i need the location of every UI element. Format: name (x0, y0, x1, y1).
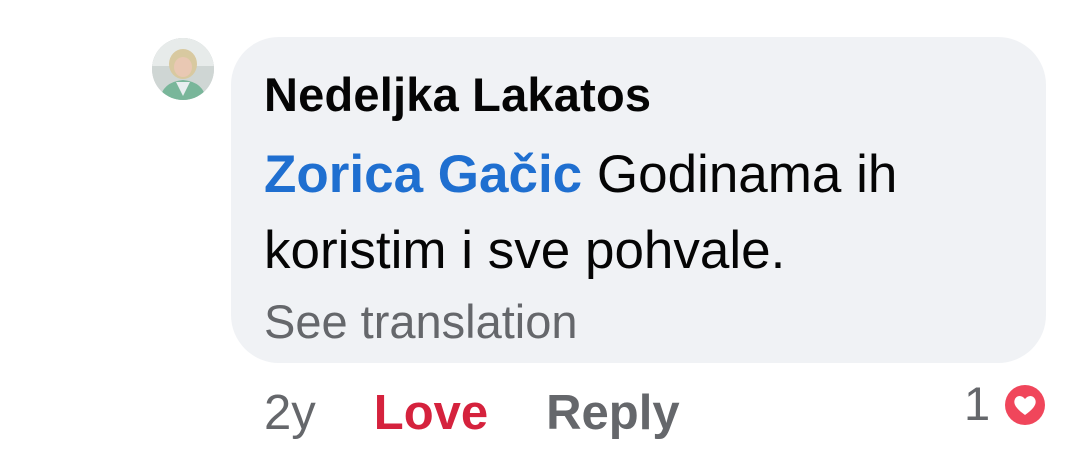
mention-link[interactable]: Zorica Gačic (264, 145, 582, 204)
see-translation-link[interactable]: See translation (264, 294, 578, 349)
avatar-photo (152, 38, 214, 100)
love-reaction-icon[interactable] (1000, 380, 1050, 430)
comment-text: Zorica Gačic Godinama ih koristim i sve … (264, 137, 1024, 289)
comment-bubble: Nedeljka Lakatos Zorica Gačic Godinama i… (231, 37, 1046, 363)
comment-author[interactable]: Nedeljka Lakatos (264, 67, 651, 122)
love-button[interactable]: Love (374, 385, 488, 441)
avatar[interactable] (152, 38, 214, 100)
comment-actions: 2y Love Reply (264, 385, 680, 441)
reaction-count[interactable]: 1 (964, 376, 990, 431)
timestamp[interactable]: 2y (264, 385, 316, 441)
reply-button[interactable]: Reply (546, 385, 679, 441)
